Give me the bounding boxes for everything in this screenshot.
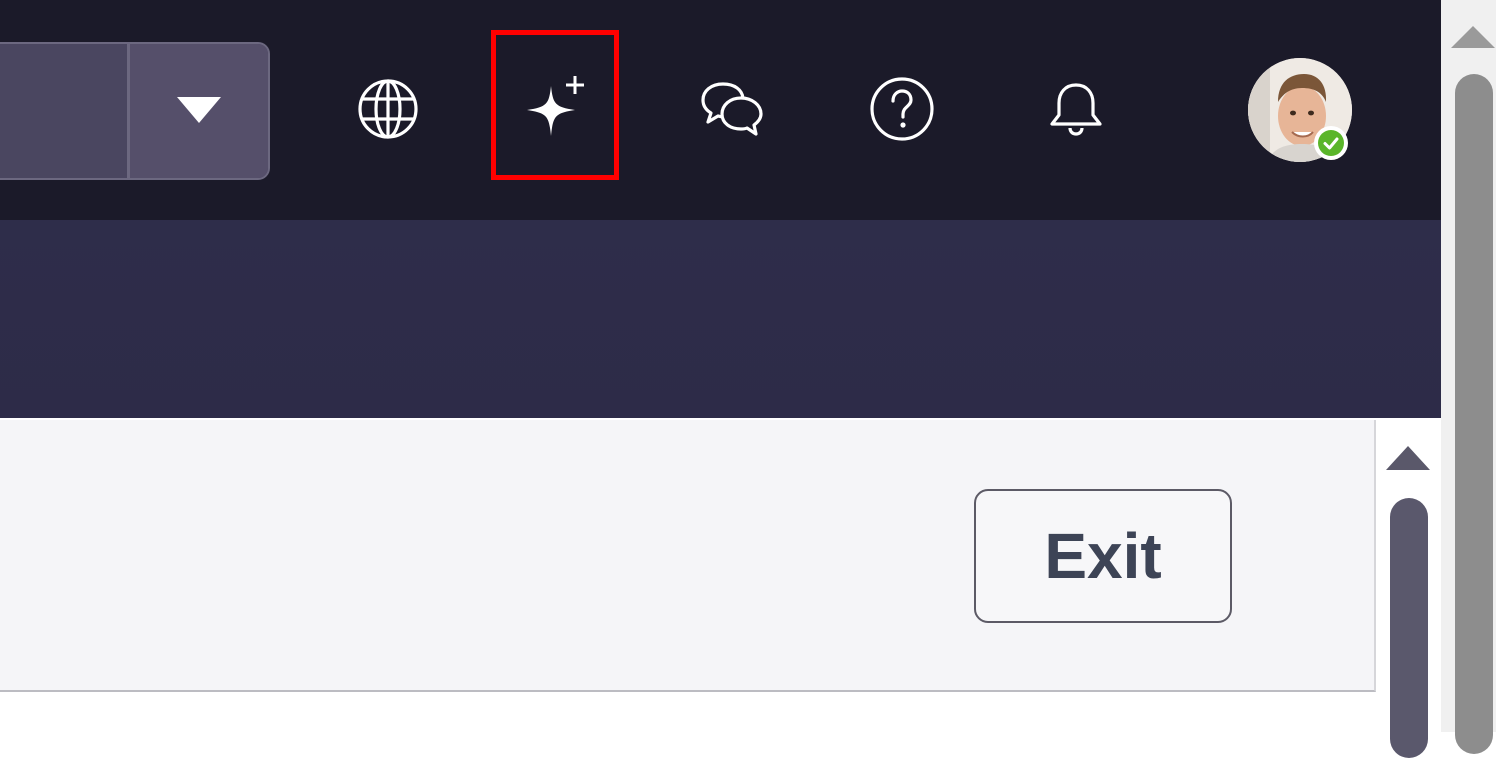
workspace-split-button[interactable] [0,42,270,180]
page-scroll-up-arrow[interactable] [1451,26,1495,48]
split-button-main[interactable] [0,44,126,178]
page-scrollbar-thumb[interactable] [1455,74,1493,754]
messages-button[interactable] [672,46,792,172]
help-icon [870,77,934,141]
globe-icon [358,79,418,139]
split-button-caret[interactable] [130,44,268,178]
ai-assistant-button[interactable] [498,46,618,172]
check-icon [1318,130,1344,156]
caret-down-icon [177,97,221,123]
help-button[interactable] [842,46,962,172]
notifications-button[interactable] [1016,46,1136,172]
bell-icon [1050,83,1102,136]
online-status-badge [1314,126,1348,160]
inner-scrollbar-thumb[interactable] [1390,498,1428,758]
page-header-band [0,220,1441,418]
chat-bubbles-icon [701,82,763,136]
exit-button[interactable]: Exit [974,489,1232,623]
sparkle-icon [527,76,584,136]
inner-scroll-up-arrow[interactable] [1386,446,1430,470]
language-button[interactable] [328,46,448,172]
